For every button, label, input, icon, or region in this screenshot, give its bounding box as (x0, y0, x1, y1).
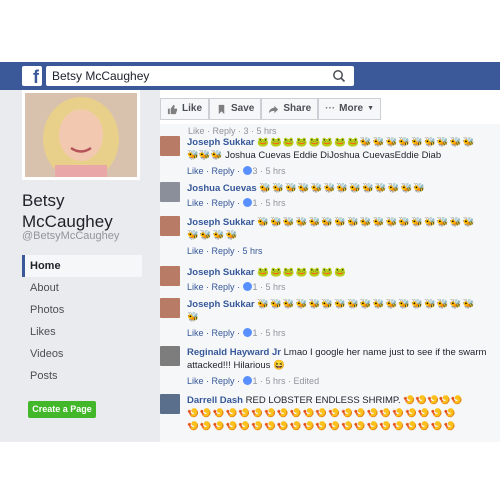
post-action-bar: Like Save Share ··· More ▼ (160, 98, 382, 120)
comment-time: · 5 hrs · Edited (257, 376, 320, 386)
save-button[interactable]: Save (209, 98, 262, 120)
like-badge-icon (242, 376, 252, 385)
bottom-whitespace (0, 442, 500, 500)
share-arrow-icon (269, 105, 279, 113)
comment-author[interactable]: Darrell Dash (187, 395, 243, 406)
bookmark-icon (218, 104, 225, 114)
more-dots-icon: ··· (325, 103, 336, 114)
nav-likes[interactable]: Likes (22, 321, 142, 343)
comment-text: 🐝🐝🐝🐝🐝🐝🐝🐝🐝🐝🐝🐝🐝🐝🐝🐝🐝 (257, 217, 476, 228)
comment-author[interactable]: Joseph Sukkar (187, 137, 255, 148)
comment-like-reply[interactable]: Like · Reply · (187, 282, 243, 292)
profile-name: Betsy McCaughey (22, 191, 113, 231)
nav-videos[interactable]: Videos (22, 343, 142, 365)
comment-like-reply[interactable]: Like · Reply · (187, 166, 243, 176)
comment-author[interactable]: Reginald Hayward Jr (187, 347, 281, 358)
comment-text: 🐸🐸🐸🐸🐸🐸🐸 (257, 267, 348, 278)
comment-text: 🐝🐝🐝🐝🐝🐝🐝🐝🐝🐝🐝🐝🐝🐝🐝🐝🐝 (257, 299, 476, 310)
search-input[interactable] (46, 66, 316, 86)
share-button[interactable]: Share (261, 98, 319, 120)
comment-text-continued: 🐝 (187, 312, 200, 323)
comment-author[interactable]: Joseph Sukkar (187, 267, 255, 278)
cut-off-comment-meta: Like · Reply · 3 · 5 hrs (188, 126, 277, 136)
comment-text: RED LOBSTER ENDLESS SHRIMP. 🍤🍤🍤🍤🍤 (245, 395, 463, 406)
profile-handle: @BetsyMcCaughey (22, 230, 120, 242)
chevron-down-icon: ▼ (367, 105, 375, 112)
profile-sidebar: Betsy McCaughey @BetsyMcCaughey Home Abo… (0, 90, 152, 442)
create-page-button[interactable]: Create a Page (28, 401, 96, 418)
like-badge-icon (242, 166, 252, 175)
comment-text-continued: 🐝🐝🐝 Joshua Cuevas Eddie DiJoshua CuevasE… (187, 150, 442, 161)
comment-text: 🐝🐝🐝🐝🐝🐝🐝🐝🐝🐝🐝🐝🐝 (259, 183, 427, 194)
comment-time: · 5 hrs (257, 166, 286, 176)
like-badge-icon (242, 198, 252, 207)
top-navigation-bar: f (0, 62, 500, 90)
comment-meta: Like · Reply · 1 · 5 hrs · Edited (187, 376, 319, 386)
comment-text-continued: attacked!!! Hilarious 😆 (187, 360, 285, 371)
comment-meta: Like · Reply · 1 · 5 hrs (187, 328, 286, 338)
like-badge-icon (242, 282, 252, 291)
comment-like-reply[interactable]: Like · Reply · (187, 328, 243, 338)
comment-time: · 5 hrs (257, 328, 286, 338)
comment-text-continued: 🍤🍤🍤🍤🍤🍤🍤🍤🍤🍤🍤🍤🍤🍤🍤🍤🍤🍤🍤🍤🍤 (187, 421, 457, 432)
nav-posts[interactable]: Posts (22, 365, 142, 387)
comment-like-reply[interactable]: Like · Reply · (187, 376, 243, 386)
share-label: Share (283, 103, 312, 114)
nav-about[interactable]: About (22, 277, 142, 299)
avatar[interactable] (160, 266, 180, 286)
save-label: Save (231, 103, 255, 114)
profile-picture[interactable] (22, 90, 140, 180)
profile-nav: Home About Photos Likes Videos Posts (22, 255, 142, 387)
thumbs-up-icon (167, 104, 178, 114)
search-box[interactable] (46, 66, 354, 86)
comment-meta: Like · Reply · 1 · 5 hrs (187, 282, 286, 292)
page: f Betsy McCaughey @BetsyMcCau (0, 0, 500, 500)
comment-time: · 5 hrs (257, 198, 286, 208)
nav-home[interactable]: Home (22, 255, 142, 277)
comment-author[interactable]: Joseph Sukkar (187, 217, 255, 228)
like-label: Like (182, 103, 203, 114)
search-icon[interactable] (332, 69, 346, 83)
comment-like-reply[interactable]: Like · Reply · 5 hrs (187, 246, 263, 256)
avatar[interactable] (160, 136, 180, 156)
facebook-logo[interactable]: f (22, 66, 42, 87)
avatar[interactable] (160, 346, 180, 366)
comment-meta: Like · Reply · 5 hrs (187, 246, 263, 256)
comment-text-continued: 🍤🍤🍤🍤🍤🍤🍤🍤🍤🍤🍤🍤🍤🍤🍤🍤🍤🍤🍤🍤🍤 (187, 408, 457, 419)
post-area: Like Save Share ··· More ▼ Like · Reply … (160, 90, 500, 442)
comment-time: · 5 hrs (257, 282, 286, 292)
comment-author[interactable]: Joseph Sukkar (187, 299, 255, 310)
comment-text-continued: 🐝🐝🐝🐝 (187, 230, 239, 241)
more-button[interactable]: ··· More ▼ (318, 98, 382, 120)
avatar[interactable] (160, 298, 180, 318)
avatar[interactable] (160, 394, 180, 414)
comment-text: 🐸🐸🐸🐸🐸🐸🐸🐸🐝🐝🐝🐝🐝🐝🐝🐝🐝 (257, 137, 476, 148)
comment-like-reply[interactable]: Like · Reply · (187, 198, 243, 208)
like-button[interactable]: Like (160, 98, 210, 120)
comment-list: Like · Reply · 3 · 5 hrs Joseph Sukkar 🐸… (160, 124, 500, 442)
like-badge-icon (242, 328, 252, 337)
nav-photos[interactable]: Photos (22, 299, 142, 321)
more-label: More (339, 103, 364, 114)
comment-text: Lmao I google her name just to see if th… (283, 347, 487, 358)
avatar[interactable] (160, 216, 180, 236)
comment-author[interactable]: Joshua Cuevas (187, 183, 257, 194)
page-body: Betsy McCaughey @BetsyMcCaughey Home Abo… (0, 90, 500, 442)
comment-meta: Like · Reply · 1 · 5 hrs (187, 198, 286, 208)
avatar[interactable] (160, 182, 180, 202)
comment-meta: Like · Reply · 3 · 5 hrs (187, 166, 286, 176)
